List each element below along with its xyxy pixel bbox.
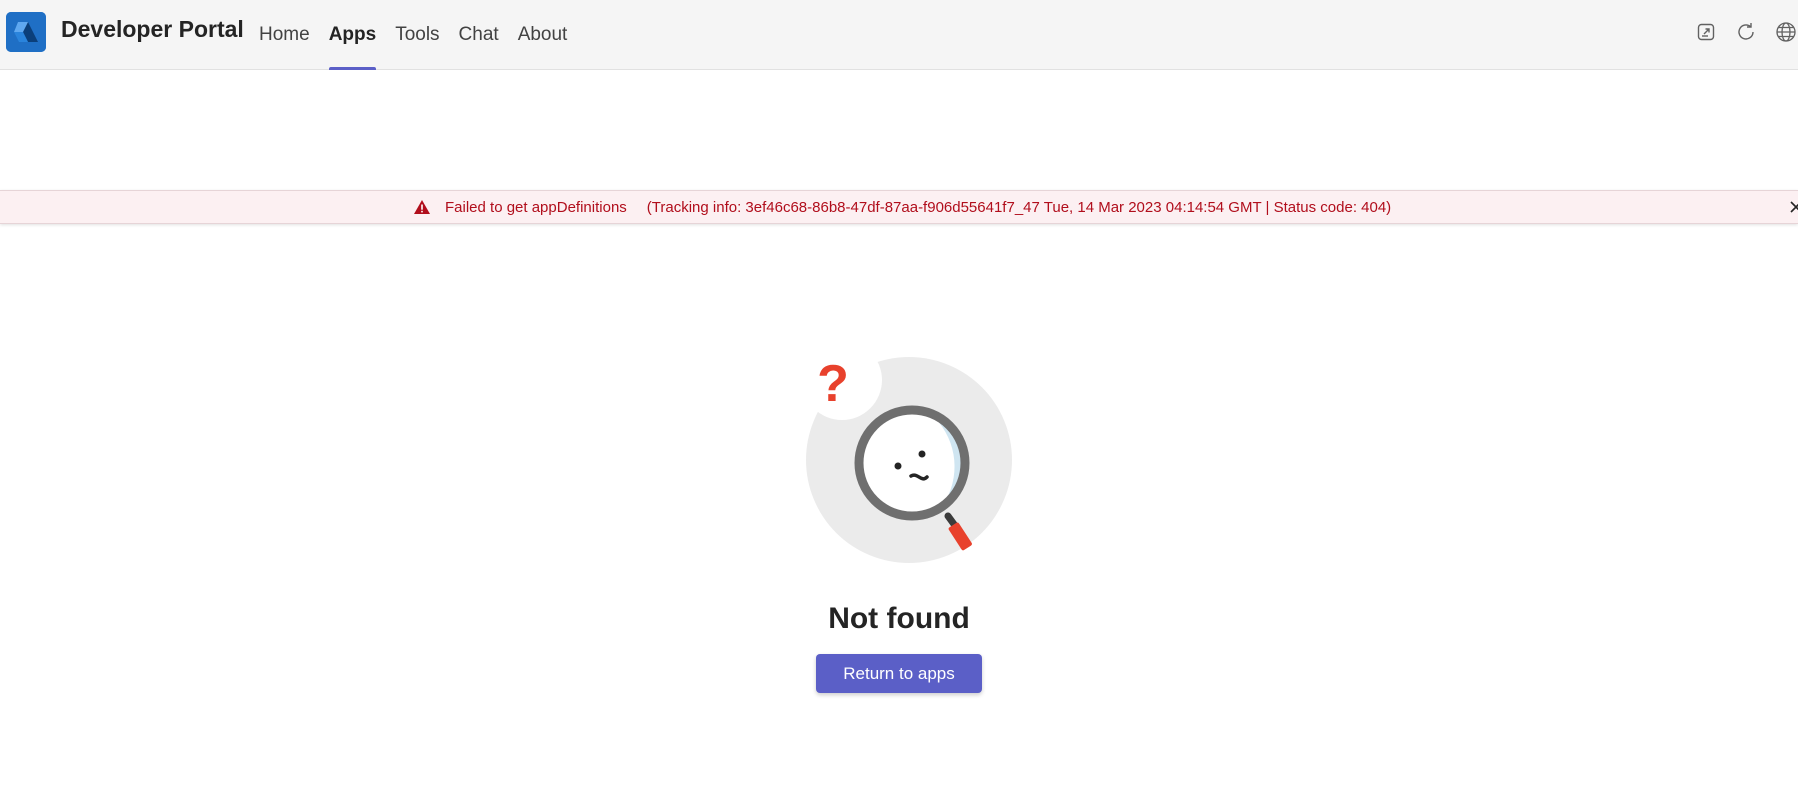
- nav-home[interactable]: Home: [259, 0, 310, 70]
- error-banner: Failed to get appDefinitions (Tracking i…: [0, 190, 1798, 224]
- not-found-title: Not found: [828, 602, 970, 635]
- open-in-new-window-icon[interactable]: [1694, 20, 1718, 44]
- warning-icon: [414, 200, 430, 214]
- nav-apps[interactable]: Apps: [328, 0, 376, 70]
- top-actions: [1694, 20, 1798, 44]
- nav-about[interactable]: About: [518, 0, 568, 70]
- svg-text:?: ?: [817, 355, 849, 413]
- error-message: Failed to get appDefinitions: [445, 198, 627, 216]
- top-bar: Developer Portal Home Apps Tools Chat Ab…: [0, 0, 1798, 70]
- refresh-icon[interactable]: [1734, 20, 1758, 44]
- error-banner-content: Failed to get appDefinitions (Tracking i…: [413, 191, 1391, 223]
- nav-tools[interactable]: Tools: [395, 0, 439, 70]
- app-title: Developer Portal: [61, 16, 244, 42]
- top-nav: Home Apps Tools Chat About: [259, 0, 567, 70]
- globe-icon[interactable]: [1774, 20, 1798, 44]
- close-icon[interactable]: [1787, 198, 1798, 216]
- return-to-apps-button[interactable]: Return to apps: [816, 654, 982, 693]
- developer-portal-logo-icon[interactable]: [6, 12, 46, 52]
- magnifying-glass-question-illustration: ?: [802, 345, 1012, 563]
- nav-chat[interactable]: Chat: [459, 0, 499, 70]
- tracking-info: (Tracking info: 3ef46c68-86b8-47df-87aa-…: [646, 198, 1392, 216]
